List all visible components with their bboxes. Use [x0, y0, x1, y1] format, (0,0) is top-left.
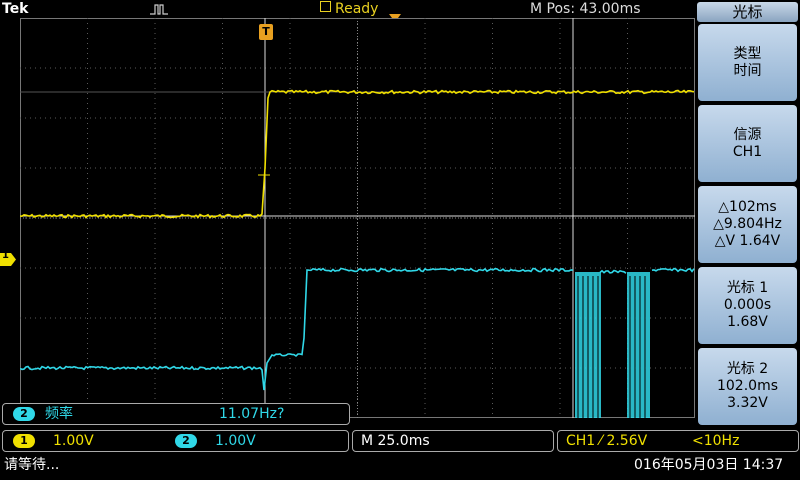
message-bar: 请等待... 016年05月03日 14:37	[0, 455, 800, 480]
cursor-1-button[interactable]: 光标 1 0.000s 1.68V	[698, 267, 797, 344]
cursor-type-button[interactable]: 类型 时间	[698, 24, 797, 101]
cursor-delta-readout[interactable]: △102ms △9.804Hz △V 1.64V	[698, 186, 797, 263]
ch1-badge: 1	[13, 434, 35, 448]
trigger-status-text: Ready	[335, 1, 379, 17]
cursor-source-button[interactable]: 信源 CH1	[698, 105, 797, 182]
menu-title: 光标	[697, 2, 798, 22]
trigger-box: CH1 ⁄ 2.56V <10Hz	[557, 430, 799, 452]
horizontal-position: M Pos: 43.00ms	[530, 1, 641, 17]
ch2-scale[interactable]: 1.00V	[215, 431, 256, 451]
measurement-label: 频率	[45, 406, 73, 422]
channel-status-row: 1 1.00V 2 1.00V M 25.0ms CH1 ⁄ 2.56V <10…	[0, 430, 800, 452]
date-time: 016年05月03日 14:37	[634, 457, 784, 473]
ready-icon	[320, 1, 331, 12]
ch2-waveform-segment	[651, 267, 695, 273]
ch2-waveform-segment	[599, 269, 627, 274]
vertical-scale-box: 1 1.00V 2 1.00V	[2, 430, 349, 452]
trigger-status: Ready	[320, 0, 378, 18]
ch1-ground-marker: 1	[0, 250, 16, 266]
status-message: 请等待...	[4, 457, 60, 473]
trigger-setting[interactable]: CH1 ⁄ 2.56V	[566, 431, 647, 451]
ch2-waveform	[20, 267, 574, 391]
measurement-readout: 2 频率 11.07Hz?	[2, 403, 350, 425]
ch2-badge: 2	[175, 434, 197, 448]
measurement-value: 11.07Hz?	[219, 406, 285, 422]
brand-logo: Tek	[2, 1, 29, 17]
trigger-frequency: <10Hz	[692, 433, 740, 449]
timebase-value[interactable]: M 25.0ms	[361, 431, 430, 451]
trigger-time-marker: T	[259, 24, 273, 40]
acquisition-icon	[150, 4, 168, 15]
ch1-scale[interactable]: 1.00V	[53, 431, 94, 451]
measurement-channel-badge: 2	[13, 407, 35, 421]
cursor-2-button[interactable]: 光标 2 102.0ms 3.32V	[698, 348, 797, 425]
timebase-box: M 25.0ms	[352, 430, 554, 452]
waveform-display	[20, 18, 695, 418]
